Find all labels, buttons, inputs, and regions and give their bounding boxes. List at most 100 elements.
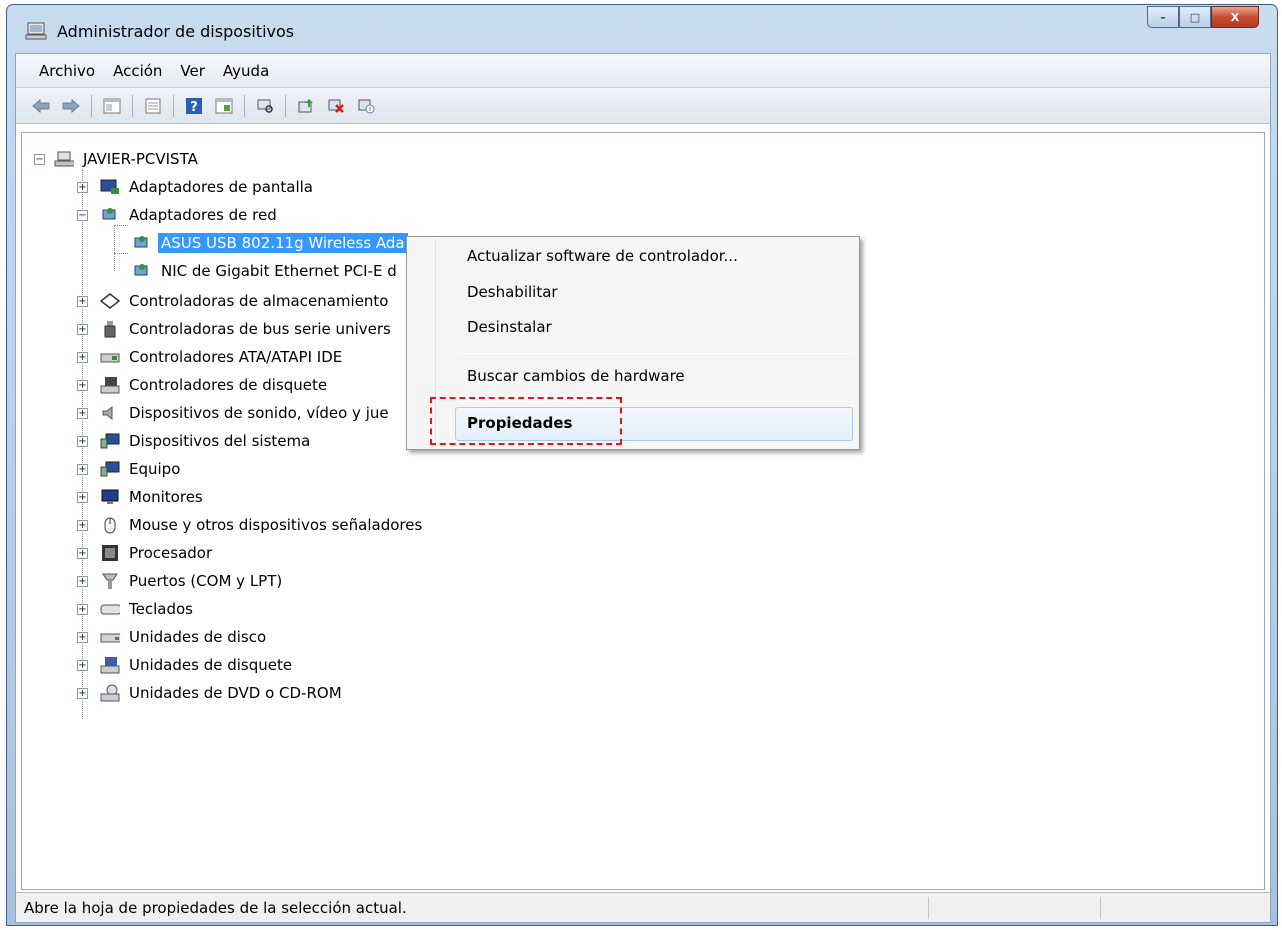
minimize-button[interactable]: – [1147, 6, 1179, 28]
tree-item-mouse[interactable]: + Mouse y otros dispositivos señaladores [22, 513, 425, 537]
floppy-drive-icon [100, 656, 120, 674]
tree-item-label: Procesador [129, 544, 213, 562]
status-bar: Abre la hoja de propiedades de la selecc… [16, 892, 1270, 922]
tree-item-label: Adaptadores de red [129, 206, 277, 224]
tree-item-label: Teclados [129, 600, 193, 618]
dvd-drive-icon [100, 684, 120, 702]
tree-item-teclados[interactable]: + Teclados [22, 597, 196, 621]
toolbar: ? [16, 88, 1270, 124]
forward-icon[interactable] [59, 95, 83, 117]
window-controls: – □ X [1147, 6, 1259, 28]
tree-item-dispositivos-sistema[interactable]: + Dispositivos del sistema [22, 429, 313, 453]
display-adapter-icon [100, 178, 120, 196]
tree-item-procesador[interactable]: + Procesador [22, 541, 215, 565]
menu-item-scan-hardware[interactable]: Buscar cambios de hardware [467, 367, 685, 385]
expand-toggle[interactable]: + [77, 520, 88, 531]
port-icon [100, 572, 120, 590]
disable-icon[interactable] [354, 95, 378, 117]
network-adapter-icon [132, 262, 152, 280]
tree-item-label: Unidades de DVD o CD-ROM [129, 684, 342, 702]
expand-toggle[interactable]: + [77, 632, 88, 643]
menu-archivo[interactable]: Archivo [30, 62, 104, 80]
tree-item-controladoras-almacenamiento[interactable]: + Controladoras de almacenamiento [22, 289, 391, 313]
tree-item-asus-wireless[interactable]: ASUS USB 802.11g Wireless Ada [22, 231, 408, 255]
menu-separator [459, 353, 853, 354]
mouse-icon [100, 516, 120, 534]
expand-toggle[interactable]: + [77, 324, 88, 335]
toolbar-separator [244, 94, 245, 117]
tree-item-label: Dispositivos de sonido, vídeo y jue [129, 404, 389, 422]
expand-toggle[interactable]: + [77, 352, 88, 363]
floppy-controller-icon [100, 376, 120, 394]
tree-item-monitores[interactable]: + Monitores [22, 485, 206, 509]
tree-item-label-selected: ASUS USB 802.11g Wireless Ada [158, 233, 408, 253]
tree-item-adaptadores-pantalla[interactable]: + Adaptadores de pantalla [22, 175, 316, 199]
update-driver-icon[interactable] [294, 95, 318, 117]
tree-item-adaptadores-red[interactable]: − Adaptadores de red [22, 203, 280, 227]
expand-toggle[interactable]: + [77, 492, 88, 503]
collapse-toggle[interactable]: − [77, 210, 88, 221]
close-button[interactable]: X [1211, 6, 1259, 28]
tree-item-unidades-disquete[interactable]: + Unidades de disquete [22, 653, 295, 677]
tree-item-unidades-disco[interactable]: + Unidades de disco [22, 625, 269, 649]
annotation-highlight-box [430, 397, 622, 445]
menu-item-update-driver[interactable]: Actualizar software de controlador... [467, 247, 738, 265]
tree-item-sonido[interactable]: + Dispositivos de sonido, vídeo y jue [22, 401, 392, 425]
help-icon[interactable]: ? [182, 95, 206, 117]
tree-root[interactable]: − JAVIER-PCVISTA [22, 147, 201, 171]
svg-text:?: ? [190, 100, 198, 115]
collapse-toggle[interactable]: − [34, 154, 45, 165]
network-adapter-icon [100, 206, 120, 224]
tree-item-label: Mouse y otros dispositivos señaladores [129, 516, 423, 534]
tree-item-label: Monitores [129, 488, 203, 506]
menu-ayuda[interactable]: Ayuda [214, 62, 278, 80]
storage-controller-icon [100, 292, 120, 310]
menu-item-uninstall[interactable]: Desinstalar [467, 318, 552, 336]
expand-toggle[interactable]: + [77, 380, 88, 391]
menu-accion[interactable]: Acción [104, 62, 171, 80]
toolbar-separator [91, 94, 92, 117]
status-text: Abre la hoja de propiedades de la selecc… [24, 898, 407, 917]
expand-toggle[interactable]: + [77, 576, 88, 587]
computer-icon [100, 460, 120, 478]
window-client-area: Archivo Acción Ver Ayuda ? − JAVIER-PCVI… [15, 53, 1271, 923]
tree-item-puertos[interactable]: + Puertos (COM y LPT) [22, 569, 285, 593]
tree-item-label: Controladores ATA/ATAPI IDE [129, 348, 343, 366]
expand-toggle[interactable]: + [77, 296, 88, 307]
disk-drive-icon [100, 628, 120, 646]
back-icon[interactable] [29, 95, 53, 117]
ide-controller-icon [100, 348, 120, 366]
usb-plug-icon [100, 320, 120, 338]
tree-item-ata[interactable]: + Controladores ATA/ATAPI IDE [22, 345, 345, 369]
expand-toggle[interactable]: + [77, 182, 88, 193]
status-pane [1100, 896, 1270, 919]
tree-item-nic-gigabit[interactable]: NIC de Gigabit Ethernet PCI-E d [22, 259, 400, 283]
expand-toggle[interactable]: + [77, 548, 88, 559]
tree-item-label: Dispositivos del sistema [129, 432, 311, 450]
tree-item-usb[interactable]: + Controladoras de bus serie univers [22, 317, 394, 341]
maximize-button[interactable]: □ [1179, 6, 1211, 28]
menu-ver[interactable]: Ver [171, 62, 214, 80]
scan-icon[interactable] [253, 95, 277, 117]
tree-item-equipo[interactable]: + Equipo [22, 457, 183, 481]
status-pane [928, 896, 1100, 919]
properties-icon[interactable] [100, 95, 124, 117]
expand-toggle[interactable]: + [77, 688, 88, 699]
expand-toggle[interactable]: + [77, 464, 88, 475]
device-manager-window: Administrador de dispositivos – □ X Arch… [6, 4, 1278, 926]
toolbar-separator [132, 94, 133, 117]
tree-item-label: Unidades de disquete [129, 656, 293, 674]
view-icon[interactable] [141, 95, 165, 117]
tree-item-dvd[interactable]: + Unidades de DVD o CD-ROM [22, 681, 345, 705]
tree-item-controladores-disquete[interactable]: + Controladores de disquete [22, 373, 330, 397]
expand-toggle[interactable]: + [77, 660, 88, 671]
menu-item-disable[interactable]: Deshabilitar [467, 283, 558, 301]
tree-item-label: Puertos (COM y LPT) [129, 572, 283, 590]
tree-item-label: Controladores de disquete [129, 376, 328, 394]
expand-toggle[interactable]: + [77, 436, 88, 447]
expand-toggle[interactable]: + [77, 604, 88, 615]
title-bar[interactable]: Administrador de dispositivos – □ X [7, 5, 1277, 53]
uninstall-icon[interactable] [324, 95, 348, 117]
expand-toggle[interactable]: + [77, 408, 88, 419]
console-icon[interactable] [212, 95, 236, 117]
